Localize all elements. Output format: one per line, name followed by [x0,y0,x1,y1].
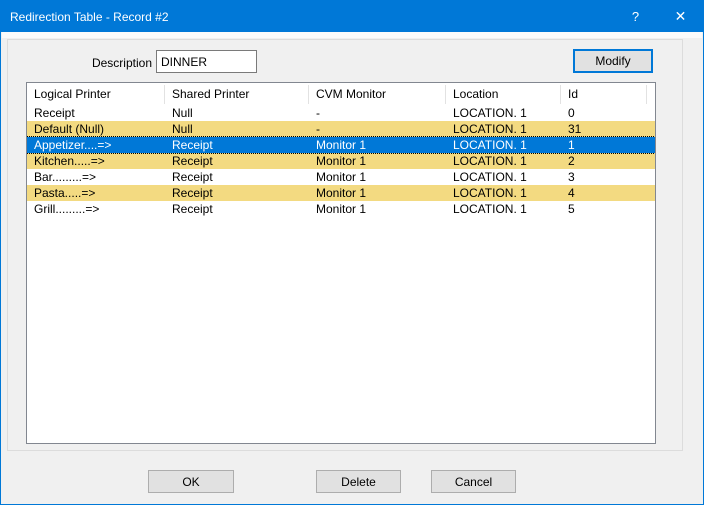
table-cell: Pasta.....=> [27,185,165,201]
dialog-window: Redirection Table - Record #2 ? ✕ Descri… [0,0,704,505]
column-header-location[interactable]: Location [446,85,561,104]
table-cell: LOCATION. 1 [446,185,561,201]
table-cell: 4 [561,185,647,201]
cancel-button[interactable]: Cancel [431,470,516,493]
help-icon: ? [632,9,639,24]
table-body: ReceiptNull-LOCATION. 10Default (Null)Nu… [27,105,655,217]
table-row[interactable]: ReceiptNull-LOCATION. 10 [27,105,655,121]
table-cell: LOCATION. 1 [446,137,561,153]
table-row[interactable]: Appetizer....=>ReceiptMonitor 1LOCATION.… [27,137,655,153]
column-header-shared-printer[interactable]: Shared Printer [165,85,309,104]
table-cell: LOCATION. 1 [446,169,561,185]
table-cell: Monitor 1 [309,185,446,201]
table-cell: Monitor 1 [309,201,446,217]
table-cell: LOCATION. 1 [446,121,561,137]
table-cell: Null [165,121,309,137]
table-header: Logical Printer Shared Printer CVM Monit… [27,85,655,104]
table-row[interactable]: Grill.........=>ReceiptMonitor 1LOCATION… [27,201,655,217]
table-cell: Receipt [165,169,309,185]
description-label: Description [88,56,152,70]
table-row[interactable]: Default (Null)Null-LOCATION. 131 [27,121,655,137]
table-cell: Monitor 1 [309,153,446,169]
table-cell: Monitor 1 [309,169,446,185]
table-cell: Grill.........=> [27,201,165,217]
modify-button[interactable]: Modify [573,49,653,73]
table-cell: Receipt [165,137,309,153]
column-header-cvm-monitor[interactable]: CVM Monitor [309,85,446,104]
table-cell: Default (Null) [27,121,165,137]
close-icon: ✕ [675,8,687,25]
description-input[interactable] [156,50,257,73]
delete-button[interactable]: Delete [316,470,401,493]
column-header-logical-printer[interactable]: Logical Printer [27,85,165,104]
table-cell: 5 [561,201,647,217]
table-cell: Receipt [165,201,309,217]
table-cell: Receipt [165,185,309,201]
titlebar-lower-band [2,32,702,38]
table-cell: 31 [561,121,647,137]
redirection-table: Logical Printer Shared Printer CVM Monit… [26,82,656,444]
window-title: Redirection Table - Record #2 [1,10,613,24]
table-cell: LOCATION. 1 [446,153,561,169]
table-cell: 0 [561,105,647,121]
table-cell: Kitchen.....=> [27,153,165,169]
title-bar: Redirection Table - Record #2 ? ✕ [1,1,703,32]
close-button[interactable]: ✕ [658,1,703,32]
table-cell: LOCATION. 1 [446,105,561,121]
table-cell: LOCATION. 1 [446,201,561,217]
table-row[interactable]: Bar.........=>ReceiptMonitor 1LOCATION. … [27,169,655,185]
table-cell: Receipt [27,105,165,121]
ok-button[interactable]: OK [148,470,234,493]
table-cell: Null [165,105,309,121]
table-row[interactable]: Kitchen.....=>ReceiptMonitor 1LOCATION. … [27,153,655,169]
table-cell: 1 [561,137,647,153]
help-button[interactable]: ? [613,1,658,32]
table-cell: 3 [561,169,647,185]
table-cell: Bar.........=> [27,169,165,185]
column-header-id[interactable]: Id [561,85,647,104]
table-cell: - [309,121,446,137]
table-cell: Receipt [165,153,309,169]
table-row[interactable]: Pasta.....=>ReceiptMonitor 1LOCATION. 14 [27,185,655,201]
table-cell: - [309,105,446,121]
table-cell: 2 [561,153,647,169]
table-cell: Monitor 1 [309,137,446,153]
table-cell: Appetizer....=> [27,137,165,153]
